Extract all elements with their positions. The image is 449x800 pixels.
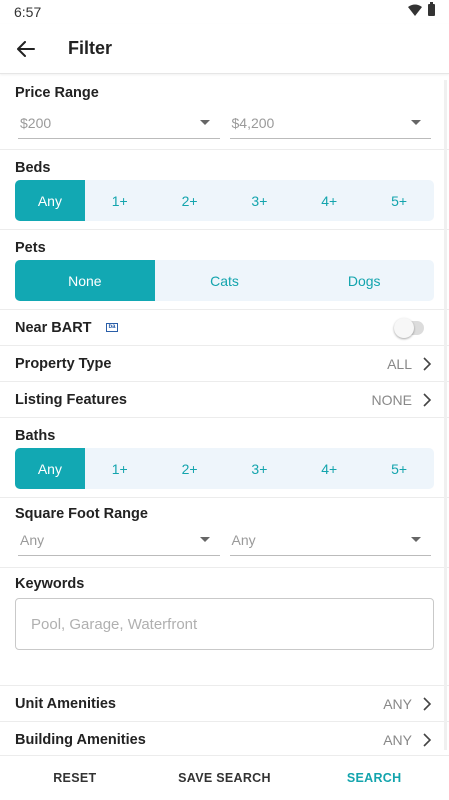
listing-features-row[interactable]: Listing Features NONE — [0, 382, 449, 418]
max-price-value: $4,200 — [231, 115, 275, 131]
square-foot-section: Square Foot Range Any Any — [0, 498, 449, 568]
dropdown-caret-icon — [411, 537, 421, 542]
price-range-title: Price Range — [15, 85, 99, 101]
property-type-value: ALL — [387, 355, 412, 372]
near-bart-toggle[interactable] — [394, 317, 424, 338]
save-search-button[interactable]: SAVE SEARCH — [150, 756, 300, 800]
pets-option-cats[interactable]: Cats — [155, 260, 295, 301]
beds-title: Beds — [15, 160, 51, 176]
property-type-label: Property Type — [15, 355, 112, 372]
near-bart-label: Near BART — [15, 319, 92, 336]
unit-amenities-label: Unit Amenities — [15, 695, 116, 712]
status-icons — [408, 2, 435, 16]
min-price-value: $200 — [20, 115, 52, 131]
price-range-section: Price Range $200 $4,200 — [0, 75, 449, 150]
pets-option-none[interactable]: None — [15, 260, 155, 301]
status-bar: 6:57 — [0, 0, 449, 24]
unit-amenities-value: ANY — [383, 695, 412, 712]
filter-content[interactable]: Price Range $200 $4,200 Beds Any 1+ 2+ 3… — [0, 75, 449, 755]
keywords-input[interactable] — [15, 598, 434, 650]
battery-icon — [428, 2, 435, 16]
scrollbar[interactable] — [444, 80, 447, 750]
beds-option-5plus[interactable]: 5+ — [364, 180, 434, 221]
status-time: 6:57 — [14, 4, 42, 20]
dropdown-caret-icon — [199, 120, 210, 125]
chevron-right-icon — [423, 696, 432, 711]
unit-amenities-row[interactable]: Unit Amenities ANY — [0, 686, 449, 722]
pets-title: Pets — [15, 240, 46, 256]
pets-option-dogs[interactable]: Dogs — [294, 260, 434, 301]
min-price-dropdown[interactable]: $200 — [18, 113, 220, 139]
pets-section: Pets None Cats Dogs — [0, 230, 449, 310]
beds-option-4plus[interactable]: 4+ — [294, 180, 364, 221]
min-sqft-dropdown[interactable]: Any — [18, 530, 220, 556]
bottom-action-bar: RESET SAVE SEARCH SEARCH — [0, 755, 449, 800]
app-bar: Filter — [0, 24, 449, 74]
baths-option-any[interactable]: Any — [15, 448, 85, 489]
beds-section: Beds Any 1+ 2+ 3+ 4+ 5+ — [0, 150, 449, 230]
listing-features-value: NONE — [371, 391, 412, 408]
baths-option-4plus[interactable]: 4+ — [294, 448, 364, 489]
keywords-section: Keywords — [0, 568, 449, 686]
page-title: Filter — [68, 38, 113, 58]
beds-option-1plus[interactable]: 1+ — [85, 180, 155, 221]
baths-option-5plus[interactable]: 5+ — [364, 448, 434, 489]
baths-option-2plus[interactable]: 2+ — [155, 448, 225, 489]
keywords-title: Keywords — [15, 576, 85, 592]
building-amenities-row[interactable]: Building Amenities ANY — [0, 722, 449, 755]
beds-option-3plus[interactable]: 3+ — [224, 180, 294, 221]
near-bart-row: Near BART ba — [0, 310, 449, 346]
beds-option-any[interactable]: Any — [15, 180, 85, 221]
pets-selector: None Cats Dogs — [15, 260, 434, 301]
search-button[interactable]: SEARCH — [299, 756, 449, 800]
max-price-dropdown[interactable]: $4,200 — [229, 113, 431, 139]
chevron-right-icon — [423, 392, 432, 407]
dropdown-caret-icon — [411, 120, 421, 125]
max-sqft-value: Any — [231, 532, 256, 548]
baths-option-1plus[interactable]: 1+ — [85, 448, 155, 489]
listing-features-label: Listing Features — [15, 391, 127, 408]
baths-selector: Any 1+ 2+ 3+ 4+ 5+ — [15, 448, 434, 489]
toggle-knob — [394, 317, 414, 338]
beds-option-2plus[interactable]: 2+ — [155, 180, 225, 221]
property-type-row[interactable]: Property Type ALL — [0, 346, 449, 382]
wifi-icon — [408, 4, 422, 16]
baths-option-3plus[interactable]: 3+ — [224, 448, 294, 489]
baths-section: Baths Any 1+ 2+ 3+ 4+ 5+ — [0, 418, 449, 498]
back-arrow-icon — [17, 41, 35, 57]
square-foot-title: Square Foot Range — [15, 506, 148, 522]
building-amenities-value: ANY — [383, 731, 412, 748]
reset-button[interactable]: RESET — [0, 756, 150, 800]
dropdown-caret-icon — [199, 537, 210, 542]
min-sqft-value: Any — [20, 532, 45, 548]
back-button[interactable] — [10, 34, 42, 64]
chevron-right-icon — [423, 356, 432, 371]
bart-logo-icon: ba — [106, 322, 118, 332]
building-amenities-label: Building Amenities — [15, 731, 146, 748]
chevron-right-icon — [423, 732, 432, 747]
max-sqft-dropdown[interactable]: Any — [229, 530, 431, 556]
baths-title: Baths — [15, 428, 56, 444]
beds-selector: Any 1+ 2+ 3+ 4+ 5+ — [15, 180, 434, 221]
